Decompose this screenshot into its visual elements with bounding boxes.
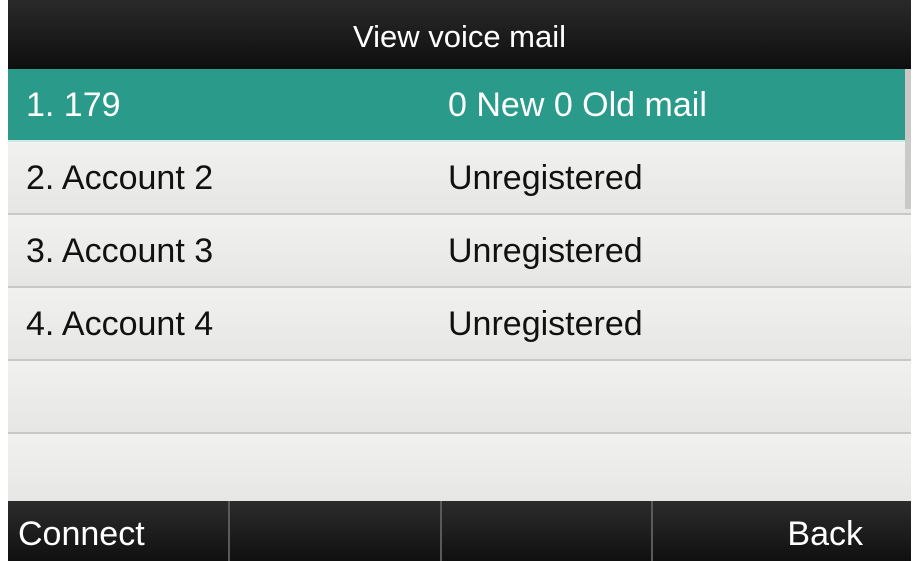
phone-screen: View voice mail 1. 179 0 New 0 Old mail … — [8, 0, 911, 561]
scroll-thumb[interactable] — [905, 69, 911, 209]
screen-title: View voice mail — [8, 0, 911, 69]
connect-softkey[interactable]: Connect — [8, 501, 228, 561]
account-name: 3. Account 3 — [26, 232, 214, 270]
account-list: 1. 179 0 New 0 Old mail 2. Account 2 Unr… — [8, 69, 911, 507]
empty-row — [8, 361, 911, 434]
account-row-3[interactable]: 3. Account 3 Unregistered — [8, 215, 911, 288]
account-name: 1. 179 — [26, 86, 121, 124]
account-name: 4. Account 4 — [26, 305, 214, 343]
scrollbar[interactable] — [905, 69, 911, 499]
back-softkey[interactable]: Back — [651, 501, 911, 561]
softkey-2[interactable] — [227, 501, 440, 561]
account-name: 2. Account 2 — [26, 159, 214, 197]
account-status: Unregistered — [448, 305, 643, 343]
account-status: Unregistered — [448, 232, 643, 270]
account-row-2[interactable]: 2. Account 2 Unregistered — [8, 142, 911, 215]
softkey-3[interactable] — [439, 501, 652, 561]
account-row-1[interactable]: 1. 179 0 New 0 Old mail — [8, 69, 911, 142]
account-row-4[interactable]: 4. Account 4 Unregistered — [8, 288, 911, 361]
empty-row — [8, 434, 911, 507]
account-status: Unregistered — [448, 159, 643, 197]
softkey-bar: Connect Back — [8, 501, 911, 561]
account-status: 0 New 0 Old mail — [448, 86, 707, 124]
